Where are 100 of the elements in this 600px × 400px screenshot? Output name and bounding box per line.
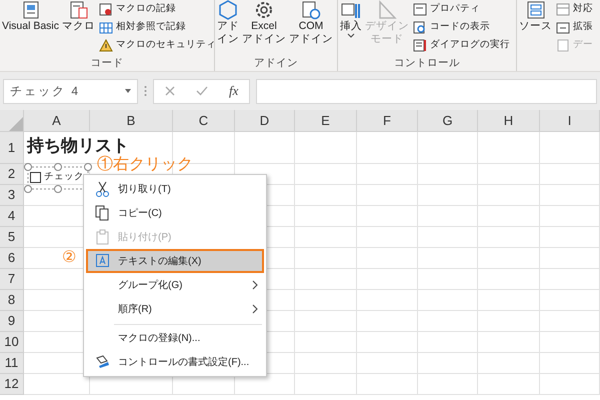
row-header[interactable]: 11 (0, 353, 24, 374)
column-header[interactable]: B (90, 110, 173, 132)
menu-item[interactable]: コントロールの書式設定(F)... (86, 350, 264, 374)
sheet-cell[interactable] (540, 164, 600, 185)
sheet-cell[interactable] (418, 206, 478, 227)
column-header[interactable]: C (173, 110, 235, 132)
sheet-cell[interactable] (357, 164, 418, 185)
sheet-cell[interactable] (418, 311, 478, 332)
sheet-cell[interactable] (295, 164, 357, 185)
ribbon-button[interactable]: 挿入 (340, 0, 362, 56)
sheet-cell[interactable] (478, 227, 540, 248)
sheet-cell[interactable] (295, 248, 357, 269)
sheet-cell[interactable] (295, 353, 357, 374)
row-header[interactable]: 12 (0, 374, 24, 395)
menu-item[interactable]: コピー(C) (86, 201, 264, 225)
sheet-cell[interactable] (357, 374, 418, 395)
sheet-cell[interactable] (540, 227, 600, 248)
sheet-cell[interactable] (540, 311, 600, 332)
sheet-cell[interactable] (540, 132, 600, 164)
row-header[interactable]: 2 (0, 164, 24, 185)
insert-function-button[interactable]: fx (229, 81, 238, 101)
name-box[interactable]: チェック 4 (3, 78, 138, 104)
sheet-cell[interactable] (295, 290, 357, 311)
ribbon-command[interactable]: 相対参照で記録 (99, 18, 216, 36)
column-header[interactable]: E (295, 110, 357, 132)
column-header[interactable]: I (540, 110, 600, 132)
sheet-cell[interactable] (357, 269, 418, 290)
ribbon-button[interactable]: アド イン (217, 0, 239, 56)
sheet-cell[interactable] (357, 248, 418, 269)
sheet-cell[interactable] (418, 248, 478, 269)
sheet-cell[interactable] (357, 185, 418, 206)
sheet-cell[interactable] (540, 332, 600, 353)
sheet-cell[interactable] (418, 132, 478, 164)
sheet-cell[interactable] (478, 290, 540, 311)
row-header[interactable]: 6 (0, 248, 24, 269)
sheet-cell[interactable] (295, 185, 357, 206)
ribbon-button[interactable]: COM アドイン (289, 0, 333, 56)
ribbon-command[interactable]: マクロのセキュリティ (99, 36, 216, 54)
row-header[interactable]: 9 (0, 311, 24, 332)
sheet-cell[interactable] (540, 269, 600, 290)
sheet-cell[interactable] (295, 269, 357, 290)
sheet-cell[interactable] (478, 311, 540, 332)
sheet-cell[interactable] (357, 290, 418, 311)
row-header[interactable]: 8 (0, 290, 24, 311)
sheet-cell[interactable] (295, 206, 357, 227)
ribbon-command[interactable]: ダイアログの実行 (413, 36, 510, 54)
sheet-cell[interactable] (295, 374, 357, 395)
sheet-cell[interactable] (235, 132, 295, 164)
menu-item[interactable]: グループ化(G) (86, 273, 264, 297)
ribbon-button[interactable]: ソース (519, 0, 552, 56)
ribbon-button[interactable]: Visual Basic (2, 0, 60, 56)
column-header[interactable]: A (24, 110, 90, 132)
menu-item[interactable]: 順序(R) (86, 297, 264, 321)
row-header[interactable]: 3 (0, 185, 24, 206)
check-icon[interactable] (196, 86, 208, 96)
sheet-cell[interactable] (540, 353, 600, 374)
sheet-cell[interactable] (357, 332, 418, 353)
formula-input[interactable] (256, 78, 597, 104)
sheet-cell[interactable] (418, 164, 478, 185)
row-header[interactable]: 4 (0, 206, 24, 227)
sheet-cell[interactable] (418, 290, 478, 311)
column-header[interactable]: G (418, 110, 478, 132)
menu-item[interactable]: マクロの登録(N)... (86, 321, 264, 350)
sheet-cell[interactable] (357, 353, 418, 374)
sheet-cell[interactable] (357, 206, 418, 227)
menu-item[interactable]: 切り取り(T) (86, 177, 264, 201)
sheet-cell[interactable] (478, 164, 540, 185)
sheet-cell[interactable] (478, 185, 540, 206)
ribbon-command[interactable]: マクロの記録 (99, 0, 216, 18)
ribbon-command[interactable]: 対応 (556, 0, 593, 18)
sheet-cell[interactable] (418, 353, 478, 374)
sheet-cell[interactable] (478, 332, 540, 353)
sheet-cell[interactable] (478, 374, 540, 395)
menu-item[interactable]: テキストの編集(X) (86, 249, 264, 273)
sheet-cell[interactable] (478, 269, 540, 290)
sheet-cell[interactable] (295, 227, 357, 248)
ribbon-button[interactable]: Excel アドイン (242, 0, 286, 56)
sheet-cell[interactable] (540, 248, 600, 269)
sheet-cell[interactable] (478, 248, 540, 269)
sheet-cell[interactable] (478, 353, 540, 374)
column-header[interactable]: F (357, 110, 418, 132)
sheet-cell[interactable] (357, 227, 418, 248)
sheet-cell[interactable] (418, 269, 478, 290)
sheet-cell[interactable] (418, 374, 478, 395)
ribbon-button[interactable]: マクロ (62, 0, 96, 56)
sheet-cell[interactable] (540, 185, 600, 206)
sheet-cell[interactable] (357, 311, 418, 332)
column-header[interactable]: H (478, 110, 540, 132)
row-header[interactable]: 10 (0, 332, 24, 353)
sheet-cell[interactable] (478, 206, 540, 227)
sheet-cell[interactable] (295, 332, 357, 353)
ribbon-command[interactable]: 拡張 (556, 18, 593, 36)
row-header[interactable]: 1 (0, 132, 24, 164)
sheet-cell[interactable] (478, 132, 540, 164)
sheet-cell[interactable] (418, 332, 478, 353)
ribbon-command[interactable]: コードの表示 (413, 18, 510, 36)
cancel-icon[interactable] (164, 86, 175, 96)
sheet-cell[interactable] (295, 311, 357, 332)
checkbox[interactable]: チェック (30, 171, 84, 183)
sheet-cell[interactable] (295, 132, 357, 164)
